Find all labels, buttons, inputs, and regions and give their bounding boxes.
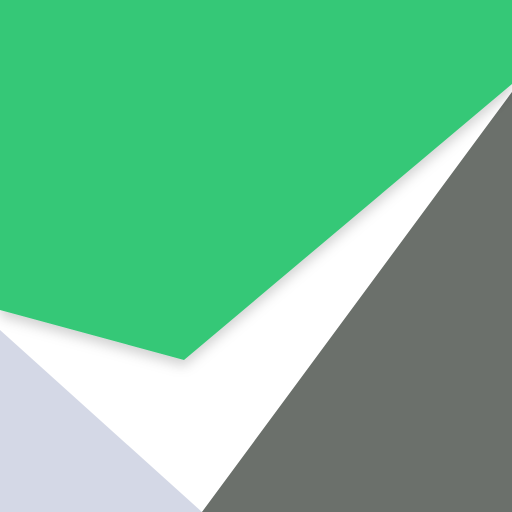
geometric-logo bbox=[0, 0, 512, 512]
graphic-canvas bbox=[0, 0, 512, 512]
